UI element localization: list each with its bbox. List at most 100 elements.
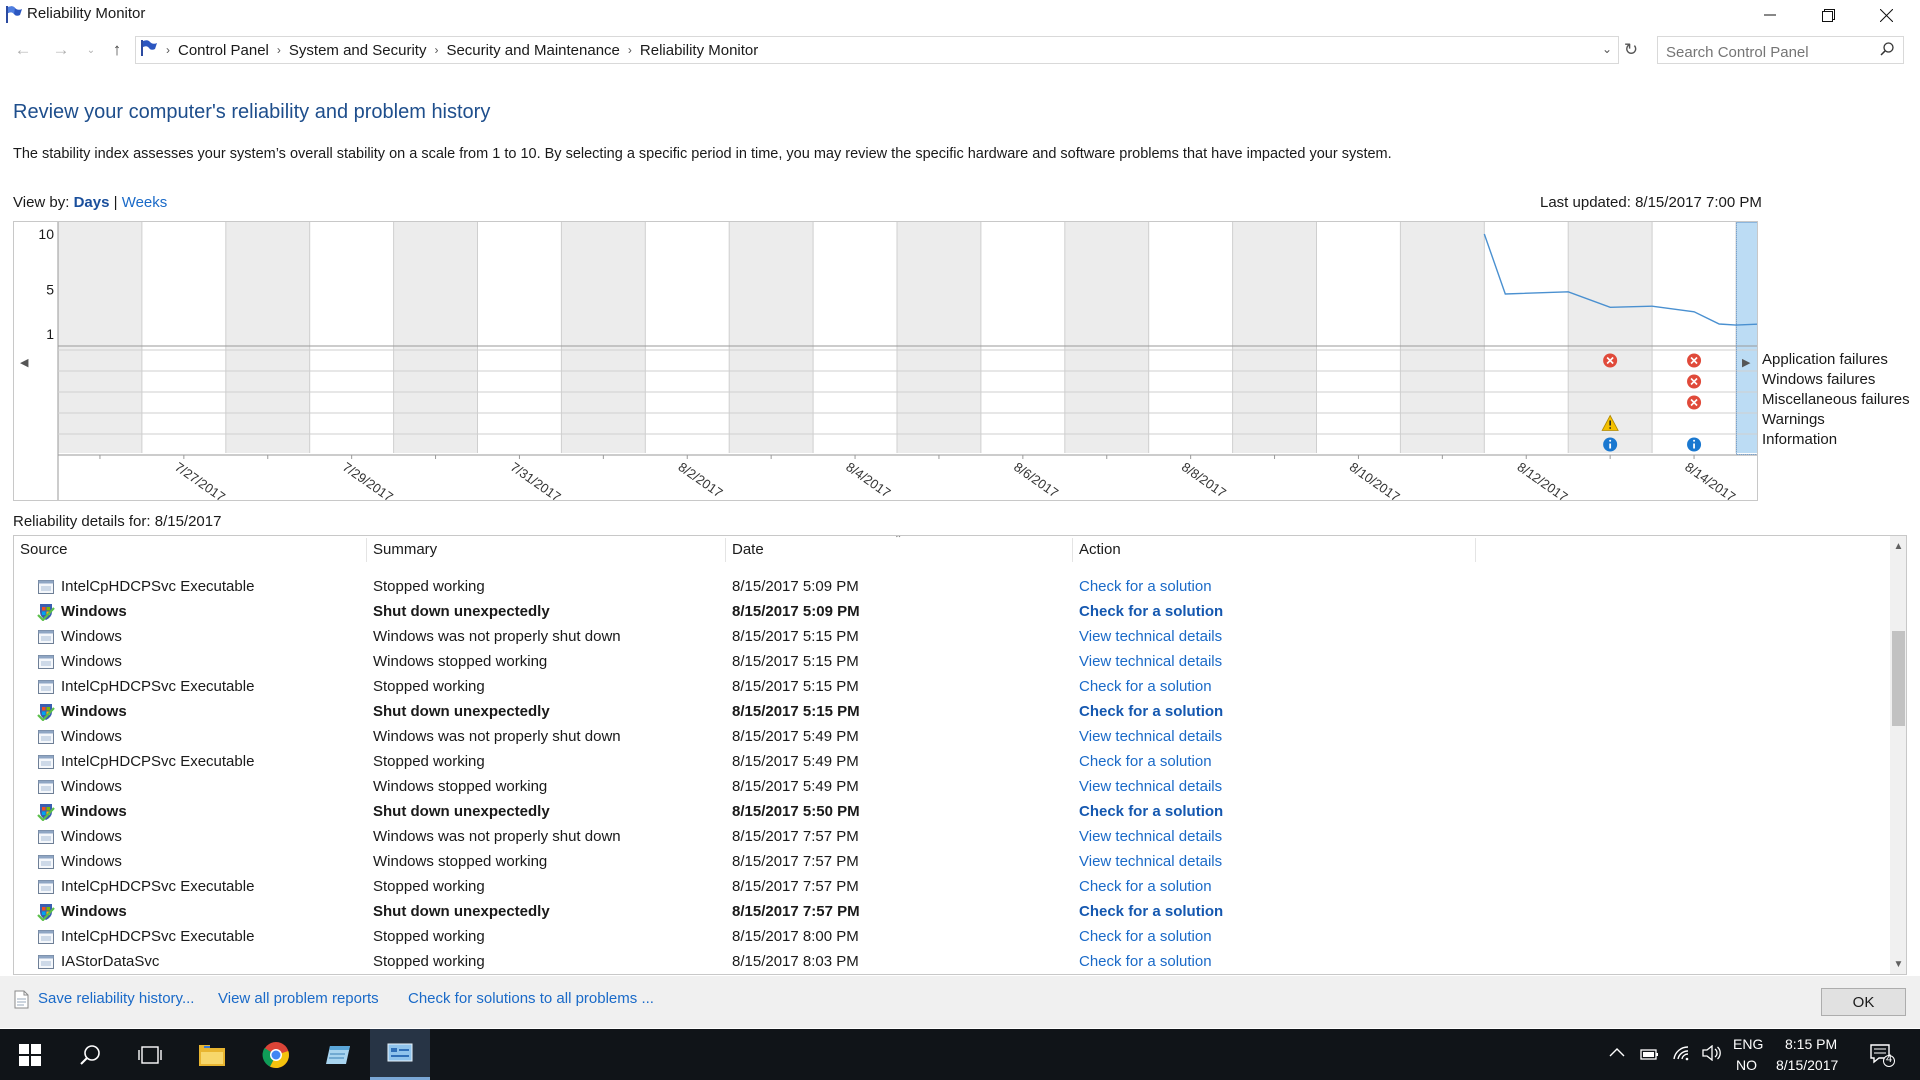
table-row[interactable]: Windows Windows stopped working 8/15/2017 … xyxy=(14,775,1890,800)
scroll-down-icon[interactable]: ▼ xyxy=(1890,956,1906,972)
application-window-icon xyxy=(37,578,55,596)
save-document-icon xyxy=(13,990,30,1013)
view-all-problem-reports-link[interactable]: View all problem reports xyxy=(218,990,379,1007)
row-action-link[interactable]: Check for a solution xyxy=(1079,753,1212,770)
row-action-link[interactable]: View technical details xyxy=(1079,853,1222,870)
table-row[interactable]: IAStorDataSvc Stopped working 8/15/2017 8:… xyxy=(14,950,1890,974)
table-row[interactable]: Windows Windows stopped working 8/15/2017 … xyxy=(14,650,1890,675)
taskbar-file-explorer[interactable] xyxy=(182,1029,242,1080)
check-for-solutions-link[interactable]: Check for solutions to all problems ... xyxy=(408,990,654,1007)
up-button[interactable]: ↑ xyxy=(106,40,128,60)
chart-scroll-left-icon[interactable]: ◀ xyxy=(20,356,28,369)
wifi-icon[interactable] xyxy=(1672,1045,1692,1065)
windows-shield-icon xyxy=(37,603,55,622)
table-row[interactable]: IntelCpHDCPSvc Executable Stopped working… xyxy=(14,925,1890,950)
column-divider[interactable] xyxy=(366,538,367,562)
column-divider[interactable] xyxy=(1072,538,1073,562)
task-view-button[interactable] xyxy=(120,1029,180,1080)
row-action-link[interactable]: View technical details xyxy=(1079,728,1222,745)
taskbar-control-panel[interactable] xyxy=(370,1029,430,1080)
row-action-link[interactable]: Check for a solution xyxy=(1079,678,1212,695)
recent-locations-button[interactable]: ⌄ xyxy=(80,40,102,60)
table-row[interactable]: Windows Shut down unexpectedly 8/15/2017 5… xyxy=(14,600,1890,625)
show-hidden-icons-icon[interactable] xyxy=(1609,1045,1625,1062)
input-language-top[interactable]: ENG xyxy=(1733,1036,1763,1052)
day-column xyxy=(141,222,226,453)
table-row[interactable]: IntelCpHDCPSvc Executable Stopped working… xyxy=(14,575,1890,600)
row-action-link[interactable]: Check for a solution xyxy=(1079,803,1223,820)
search-icon[interactable] xyxy=(1880,42,1894,60)
column-divider[interactable] xyxy=(1475,538,1476,562)
row-action-link[interactable]: View technical details xyxy=(1079,628,1222,645)
address-box[interactable]: › Control Panel › System and Security › … xyxy=(135,36,1619,64)
breadcrumb-security-and-maintenance[interactable]: Security and Maintenance xyxy=(438,42,627,59)
minimize-button[interactable] xyxy=(1742,0,1798,30)
forward-button[interactable]: → xyxy=(50,40,72,60)
column-header-source[interactable]: Source xyxy=(20,541,68,558)
row-action-link[interactable]: View technical details xyxy=(1079,778,1222,795)
legend-miscellaneous-failures: Miscellaneous failures xyxy=(1762,391,1910,408)
row-action-link[interactable]: Check for a solution xyxy=(1079,703,1223,720)
breadcrumb-system-and-security[interactable]: System and Security xyxy=(281,42,435,59)
breadcrumb-reliability-monitor[interactable]: Reliability Monitor xyxy=(632,42,766,59)
row-action-link[interactable]: View technical details xyxy=(1079,653,1222,670)
table-row[interactable]: Windows Shut down unexpectedly 8/15/2017 7… xyxy=(14,900,1890,925)
start-icon xyxy=(19,1043,41,1066)
column-divider[interactable] xyxy=(725,538,726,562)
table-row[interactable]: Windows Windows was not properly shut dow… xyxy=(14,825,1890,850)
row-date: 8/15/2017 5:15 PM xyxy=(732,653,859,670)
column-header-summary[interactable]: Summary xyxy=(373,541,437,558)
table-row[interactable]: Windows Windows was not properly shut dow… xyxy=(14,725,1890,750)
ok-button[interactable]: OK xyxy=(1821,988,1906,1016)
y-tick-label: 10 xyxy=(38,226,54,242)
table-row[interactable]: Windows Windows stopped working 8/15/2017 … xyxy=(14,850,1890,875)
day-column xyxy=(1064,222,1149,453)
stability-chart[interactable]: 10 5 1 7/27/2017 7/29/2017 7/31/2017 8/2/2017 8… xyxy=(13,221,1758,501)
x-tick-label: 8/4/2017 xyxy=(843,459,893,500)
restore-button[interactable] xyxy=(1800,0,1856,30)
column-header-action[interactable]: Action xyxy=(1079,541,1121,558)
row-action-link[interactable]: Check for a solution xyxy=(1079,878,1212,895)
row-action-link[interactable]: Check for a solution xyxy=(1079,928,1212,945)
table-row[interactable]: Windows Windows was not properly shut dow… xyxy=(14,625,1890,650)
refresh-button[interactable]: ↻ xyxy=(1620,38,1642,62)
column-header-date[interactable]: Date xyxy=(732,541,764,558)
address-dropdown-icon[interactable]: ⌄ xyxy=(1602,42,1612,56)
legend-warnings: Warnings xyxy=(1762,411,1825,428)
table-row[interactable]: Windows Shut down unexpectedly 8/15/2017 5… xyxy=(14,700,1890,725)
taskbar-notepad[interactable] xyxy=(308,1029,368,1080)
input-language-bottom[interactable]: NO xyxy=(1736,1057,1757,1073)
row-action-link[interactable]: Check for a solution xyxy=(1079,578,1212,595)
table-row[interactable]: Windows Shut down unexpectedly 8/15/2017 5… xyxy=(14,800,1890,825)
table-row[interactable]: IntelCpHDCPSvc Executable Stopped working… xyxy=(14,675,1890,700)
row-action-link[interactable]: Check for a solution xyxy=(1079,903,1223,920)
chart-scroll-right-icon[interactable]: ▶ xyxy=(1742,356,1750,369)
table-row[interactable] xyxy=(14,567,1890,575)
close-button[interactable] xyxy=(1858,0,1914,30)
taskbar-chrome[interactable] xyxy=(246,1029,306,1080)
volume-icon[interactable] xyxy=(1702,1044,1722,1065)
day-column xyxy=(813,222,897,453)
warning-icon-dot xyxy=(1609,427,1612,429)
view-by-weeks-link[interactable]: Weeks xyxy=(122,194,168,211)
table-row[interactable]: IntelCpHDCPSvc Executable Stopped working… xyxy=(14,875,1890,900)
vertical-scrollbar[interactable]: ▲ ▼ xyxy=(1890,536,1906,974)
table-row[interactable]: IntelCpHDCPSvc Executable Stopped working… xyxy=(14,750,1890,775)
back-button[interactable]: ← xyxy=(12,40,34,60)
clock-date[interactable]: 8/15/2017 xyxy=(1776,1057,1838,1073)
row-action-link[interactable]: Check for a solution xyxy=(1079,603,1223,620)
row-action-link[interactable]: Check for a solution xyxy=(1079,953,1212,970)
scroll-up-icon[interactable]: ▲ xyxy=(1890,538,1906,554)
breadcrumb-control-panel[interactable]: Control Panel xyxy=(170,42,277,59)
view-by-days-link[interactable]: Days xyxy=(74,194,110,211)
taskbar-search-button[interactable] xyxy=(60,1029,120,1080)
search-input[interactable] xyxy=(1657,36,1904,64)
row-action-link[interactable]: View technical details xyxy=(1079,828,1222,845)
scrollbar-thumb[interactable] xyxy=(1892,631,1905,726)
battery-icon[interactable] xyxy=(1640,1047,1660,1065)
save-reliability-history-link[interactable]: Save reliability history... xyxy=(38,990,194,1007)
application-window-icon xyxy=(37,928,55,946)
day-column xyxy=(1232,222,1317,453)
clock-time[interactable]: 8:15 PM xyxy=(1785,1036,1837,1052)
start-button[interactable] xyxy=(0,1029,60,1080)
